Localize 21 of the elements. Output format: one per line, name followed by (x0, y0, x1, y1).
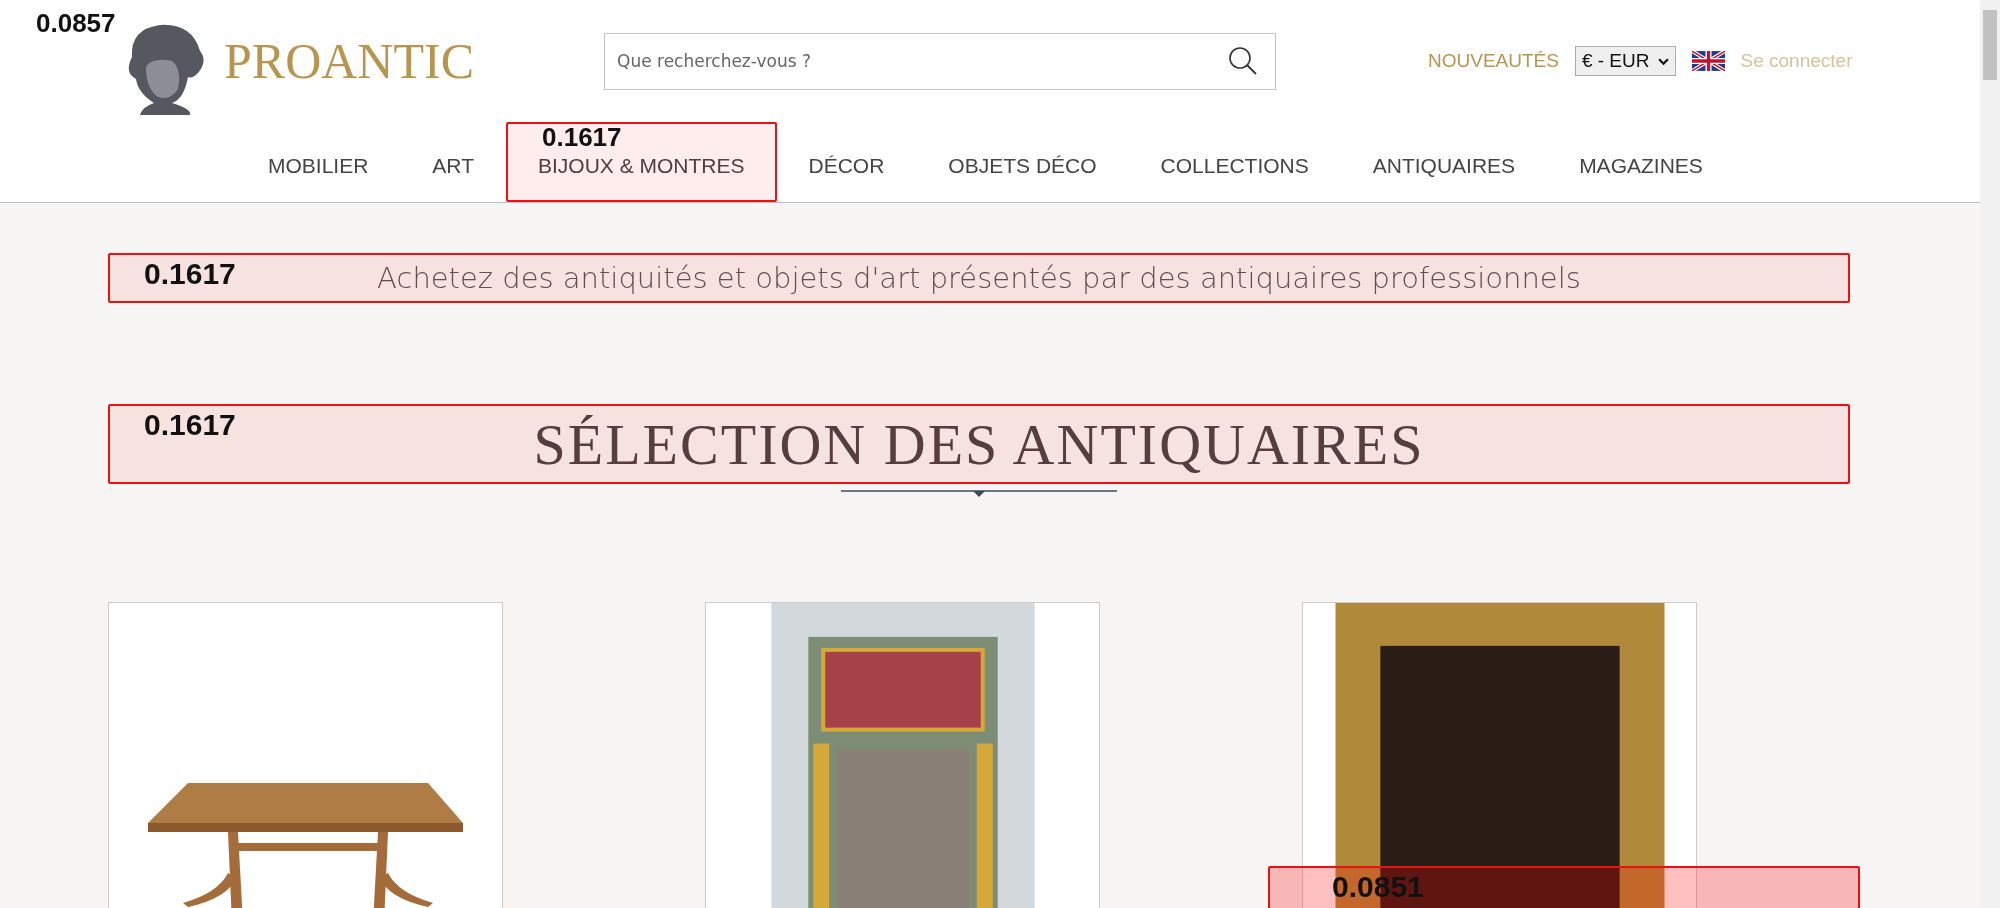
uk-flag-icon[interactable] (1691, 51, 1725, 71)
tagline: Achetez des antiquités et objets d'art présentés par des antiquaires professionnels (377, 261, 1581, 295)
detection-score: 0.1617 (144, 259, 236, 289)
nav-menu-item[interactable]: BIJOUX & MONTRES (506, 154, 777, 178)
nav-menu-item[interactable]: MOBILIER (236, 154, 401, 178)
nav-menu-item[interactable]: ANTIQUAIRES (1340, 154, 1548, 178)
nav-menu-item[interactable]: OBJETS DÉCO (916, 154, 1129, 178)
detection-score: 0.1617 (542, 124, 622, 150)
nav-menu-item[interactable]: COLLECTIONS (1128, 154, 1341, 178)
detection-score: 0.1617 (144, 410, 236, 440)
search-icon[interactable] (1228, 45, 1258, 76)
nav-menu-item[interactable]: DÉCOR (776, 154, 917, 178)
chevron-down-icon (1657, 56, 1669, 66)
vertical-scrollbar[interactable] (1980, 0, 2000, 908)
nav-menu-item[interactable]: ART (400, 154, 506, 178)
product-card[interactable] (1302, 602, 1697, 908)
search-field[interactable]: Que recherchez-vous ? (604, 32, 1276, 90)
nav-menu-item[interactable]: MAGAZINES (1547, 154, 1735, 178)
detection-score: 0.0857 (36, 10, 116, 36)
section-heading: SÉLECTION DES ANTIQUAIRES (533, 410, 1425, 478)
currency-select[interactable]: € - EUR (1574, 46, 1676, 76)
